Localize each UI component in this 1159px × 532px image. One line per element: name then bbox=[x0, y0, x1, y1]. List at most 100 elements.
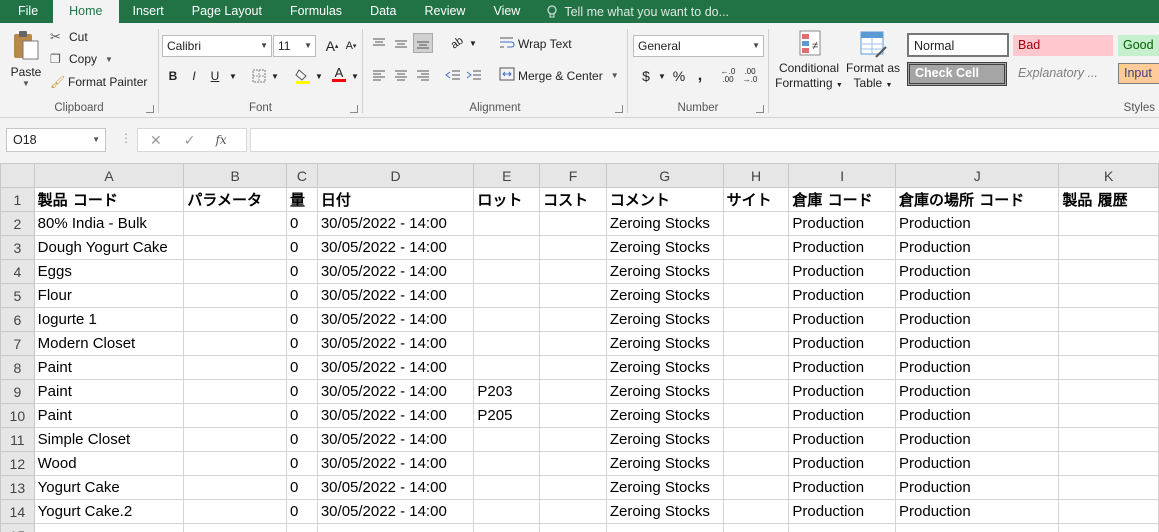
row-header[interactable]: 10 bbox=[0, 403, 35, 428]
cell[interactable] bbox=[1058, 403, 1159, 428]
cell[interactable]: Zeroing Stocks bbox=[605, 427, 724, 452]
column-header[interactable]: C bbox=[286, 163, 318, 188]
column-header[interactable]: K bbox=[1058, 163, 1159, 188]
increase-decimal-icon[interactable]: ←.0.00 bbox=[718, 66, 738, 86]
enter-check-icon[interactable]: ✓ bbox=[184, 132, 196, 149]
cell[interactable]: Zeroing Stocks bbox=[605, 379, 724, 404]
align-center-icon[interactable] bbox=[391, 65, 411, 85]
cell[interactable] bbox=[473, 235, 541, 260]
cell[interactable]: コメント bbox=[605, 187, 724, 212]
cell[interactable]: Zeroing Stocks bbox=[605, 499, 724, 524]
style-good[interactable]: Good bbox=[1118, 35, 1159, 56]
cell[interactable]: Production bbox=[895, 259, 1060, 284]
cell[interactable] bbox=[1058, 523, 1159, 532]
cell[interactable]: 製品 履歴 bbox=[1058, 187, 1159, 212]
font-name-select[interactable]: Calibri ▼ bbox=[162, 35, 272, 57]
tab-data[interactable]: Data bbox=[356, 0, 410, 23]
paste-dropdown-icon[interactable]: ▼ bbox=[22, 79, 30, 88]
cell[interactable]: 30/05/2022 - 14:00 bbox=[316, 307, 475, 332]
align-right-icon[interactable] bbox=[413, 65, 433, 85]
cell[interactable]: Zeroing Stocks bbox=[605, 211, 724, 236]
cell[interactable] bbox=[183, 523, 288, 532]
cell[interactable]: 0 bbox=[286, 331, 318, 356]
cell[interactable]: Production bbox=[788, 259, 897, 284]
name-box[interactable]: O18 ▼ bbox=[6, 128, 106, 152]
cell[interactable]: 30/05/2022 - 14:00 bbox=[316, 283, 475, 308]
cell[interactable]: Eggs bbox=[33, 259, 185, 284]
cell[interactable]: Production bbox=[788, 283, 897, 308]
row-header[interactable]: 14 bbox=[0, 499, 35, 524]
bold-button[interactable]: B bbox=[163, 66, 183, 86]
cell[interactable] bbox=[183, 451, 288, 476]
copy-dropdown-icon[interactable]: ▼ bbox=[105, 55, 113, 64]
cell[interactable] bbox=[539, 451, 607, 476]
cell[interactable] bbox=[473, 283, 541, 308]
cell[interactable] bbox=[539, 499, 607, 524]
cell[interactable]: 0 bbox=[286, 211, 318, 236]
cell[interactable] bbox=[473, 331, 541, 356]
tell-me-box[interactable]: Tell me what you want to do... bbox=[534, 0, 729, 23]
cell[interactable] bbox=[722, 307, 790, 332]
cell[interactable]: Modern Closet bbox=[33, 331, 185, 356]
cell[interactable] bbox=[473, 211, 541, 236]
cell[interactable]: Zeroing Stocks bbox=[605, 307, 724, 332]
cell[interactable] bbox=[1058, 427, 1159, 452]
decrease-indent-icon[interactable] bbox=[443, 65, 463, 85]
cell[interactable] bbox=[722, 283, 790, 308]
cell[interactable]: Production bbox=[895, 475, 1060, 500]
cell[interactable]: Production bbox=[895, 379, 1060, 404]
cell[interactable] bbox=[722, 499, 790, 524]
cell[interactable]: Zeroing Stocks bbox=[605, 475, 724, 500]
cell[interactable]: 0 bbox=[286, 235, 318, 260]
cell[interactable]: Production bbox=[788, 451, 897, 476]
cell[interactable]: 30/05/2022 - 14:00 bbox=[316, 355, 475, 380]
cell[interactable]: Production bbox=[895, 307, 1060, 332]
cell[interactable] bbox=[183, 283, 288, 308]
column-header[interactable]: J bbox=[895, 163, 1060, 188]
cell[interactable] bbox=[539, 427, 607, 452]
align-left-icon[interactable] bbox=[369, 65, 389, 85]
tab-formulas[interactable]: Formulas bbox=[276, 0, 356, 23]
cell[interactable]: P203 bbox=[473, 379, 541, 404]
cell[interactable]: 30/05/2022 - 14:00 bbox=[316, 211, 475, 236]
cell[interactable] bbox=[473, 475, 541, 500]
cell[interactable] bbox=[316, 523, 475, 532]
insert-function-icon[interactable]: fx bbox=[215, 133, 226, 147]
row-header[interactable]: 1 bbox=[0, 187, 35, 212]
style-bad[interactable]: Bad bbox=[1013, 35, 1113, 56]
cell[interactable]: Paint bbox=[33, 355, 185, 380]
cell[interactable] bbox=[183, 307, 288, 332]
cell[interactable] bbox=[722, 523, 790, 532]
cell[interactable]: Production bbox=[895, 283, 1060, 308]
clipboard-launcher-icon[interactable] bbox=[146, 105, 154, 113]
cell[interactable]: Production bbox=[788, 307, 897, 332]
tab-page-layout[interactable]: Page Layout bbox=[178, 0, 276, 23]
cell[interactable]: Zeroing Stocks bbox=[605, 451, 724, 476]
cell[interactable]: 30/05/2022 - 14:00 bbox=[316, 427, 475, 452]
cell[interactable]: Paint bbox=[33, 403, 185, 428]
cell[interactable] bbox=[539, 523, 607, 532]
cell[interactable]: Production bbox=[788, 403, 897, 428]
cell[interactable]: Flour bbox=[33, 283, 185, 308]
cell[interactable] bbox=[539, 403, 607, 428]
cell[interactable]: Production bbox=[895, 211, 1060, 236]
row-header[interactable]: 2 bbox=[0, 211, 35, 236]
cell[interactable]: 倉庫 コード bbox=[788, 187, 897, 212]
cell[interactable]: ロット bbox=[473, 187, 541, 212]
column-header[interactable]: D bbox=[316, 163, 475, 188]
cell[interactable] bbox=[722, 427, 790, 452]
cell[interactable] bbox=[1058, 211, 1159, 236]
style-normal[interactable]: Normal bbox=[907, 33, 1009, 57]
cell[interactable]: 0 bbox=[286, 451, 318, 476]
cell[interactable]: 0 bbox=[286, 259, 318, 284]
cell[interactable] bbox=[473, 451, 541, 476]
percent-button[interactable]: % bbox=[669, 66, 689, 86]
align-middle-icon[interactable] bbox=[391, 33, 411, 53]
cell[interactable]: Zeroing Stocks bbox=[605, 283, 724, 308]
row-header[interactable]: 3 bbox=[0, 235, 35, 260]
orientation-dropdown-icon[interactable]: ▼ bbox=[463, 33, 483, 53]
tab-insert[interactable]: Insert bbox=[119, 0, 178, 23]
cell[interactable] bbox=[1058, 259, 1159, 284]
cell[interactable] bbox=[473, 259, 541, 284]
copy-button[interactable]: ❐ Copy ▼ bbox=[50, 52, 113, 66]
